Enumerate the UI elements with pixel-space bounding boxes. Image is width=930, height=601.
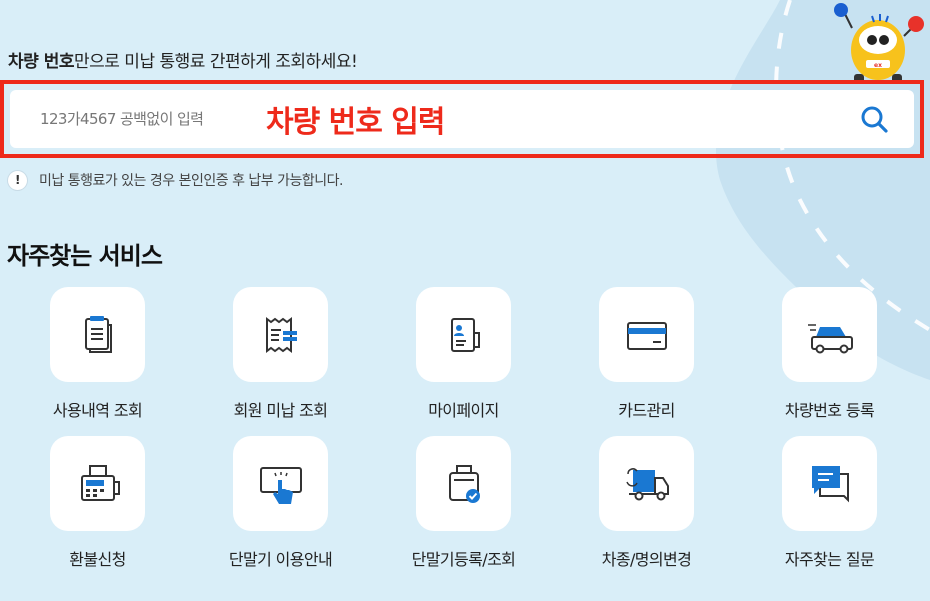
section-title: 자주찾는 서비스 bbox=[7, 242, 163, 270]
service-vehicle-type-change[interactable]: 차종/명의변경 bbox=[555, 436, 738, 585]
service-tile bbox=[416, 436, 511, 531]
service-tile bbox=[599, 287, 694, 382]
service-tile bbox=[233, 436, 328, 531]
service-tile bbox=[416, 287, 511, 382]
svg-text:ex: ex bbox=[874, 62, 882, 69]
vehicle-number-input[interactable] bbox=[38, 109, 252, 129]
terminal-guide-icon bbox=[259, 466, 302, 504]
notice-text: 미납 통행료가 있는 경우 본인인증 후 납부 가능합니다. bbox=[39, 173, 343, 189]
mypage-profile-icon bbox=[450, 317, 480, 352]
service-tile bbox=[782, 436, 877, 531]
search-annotation: 차량 번호 입력 bbox=[266, 105, 446, 140]
usage-history-icon bbox=[84, 315, 112, 353]
service-tile bbox=[599, 436, 694, 531]
service-mypage[interactable]: 마이페이지 bbox=[372, 287, 555, 436]
notice-message: ! 미납 통행료가 있는 경우 본인인증 후 납부 가능합니다. bbox=[8, 170, 343, 190]
unpaid-receipt-icon bbox=[265, 316, 297, 353]
vehicle-register-icon bbox=[807, 323, 853, 353]
vehicle-search-highlight: 차량 번호 입력 bbox=[0, 80, 924, 158]
credit-card-icon bbox=[626, 321, 667, 350]
terminal-register-icon bbox=[448, 464, 480, 503]
truck-change-icon bbox=[625, 467, 669, 500]
service-terminal-register[interactable]: 단말기등록/조회 bbox=[372, 436, 555, 585]
service-tile bbox=[50, 436, 145, 531]
service-label: 자주찾는 질문 bbox=[784, 550, 875, 569]
service-tile bbox=[782, 287, 877, 382]
service-faq[interactable]: 자주찾는 질문 bbox=[738, 436, 921, 585]
service-label: 차종/명의변경 bbox=[601, 550, 692, 569]
service-refund-request[interactable]: 환불신청 bbox=[6, 436, 189, 585]
service-label: 단말기 이용안내 bbox=[228, 550, 333, 569]
service-card-management[interactable]: 카드관리 bbox=[555, 287, 738, 436]
service-label: 마이페이지 bbox=[428, 401, 499, 420]
service-tile bbox=[50, 287, 145, 382]
service-tile bbox=[233, 287, 328, 382]
exclamation-icon: ! bbox=[8, 170, 27, 190]
service-terminal-guide[interactable]: 단말기 이용안내 bbox=[189, 436, 372, 585]
search-icon bbox=[861, 106, 888, 133]
vehicle-search-bar: 차량 번호 입력 bbox=[10, 90, 914, 148]
service-usage-history[interactable]: 사용내역 조회 bbox=[6, 287, 189, 436]
service-label: 사용내역 조회 bbox=[52, 401, 143, 420]
service-grid: 사용내역 조회 회원 미납 조회 마이페이지 카드관리 차량번호 등록 환불신청… bbox=[6, 287, 921, 585]
faq-chat-icon bbox=[811, 465, 849, 502]
headline-text: 만으로 미납 통행료 간편하게 조회하세요! bbox=[73, 52, 358, 72]
service-label: 카드관리 bbox=[618, 401, 675, 420]
service-label: 회원 미납 조회 bbox=[233, 401, 328, 420]
refund-machine-icon bbox=[80, 464, 120, 501]
service-vehicle-register[interactable]: 차량번호 등록 bbox=[738, 287, 921, 436]
service-label: 단말기등록/조회 bbox=[411, 550, 516, 569]
headline-bold: 차량 번호 bbox=[8, 52, 74, 72]
page-headline: 차량 번호만으로 미납 통행료 간편하게 조회하세요! bbox=[8, 47, 358, 72]
service-label: 차량번호 등록 bbox=[784, 401, 875, 420]
service-label: 환불신청 bbox=[69, 550, 126, 569]
mascot-character: ex bbox=[834, 3, 924, 84]
search-button[interactable] bbox=[858, 103, 890, 135]
service-unpaid-lookup[interactable]: 회원 미납 조회 bbox=[189, 287, 372, 436]
